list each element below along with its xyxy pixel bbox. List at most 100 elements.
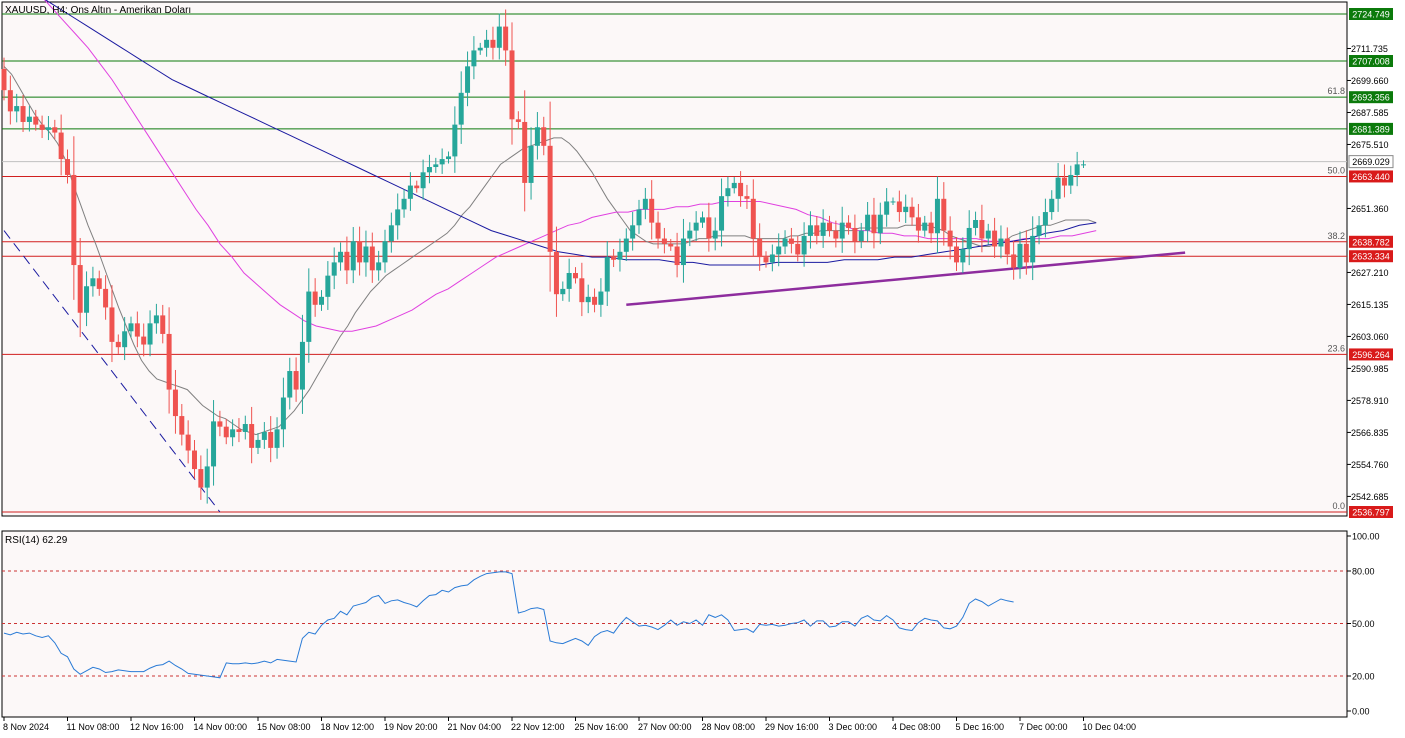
candle-body [153, 315, 159, 324]
price-tick-label: 2711.735 [1351, 44, 1388, 54]
candle-body [242, 424, 248, 432]
candle-body [293, 371, 299, 390]
candle-body [674, 246, 680, 266]
candle-body [966, 227, 972, 250]
candle-body [890, 201, 896, 203]
time-label: 21 Nov 04:00 [448, 722, 502, 732]
candle-body [58, 132, 64, 160]
candle-body [382, 241, 388, 263]
candle-body [299, 341, 305, 390]
price-tag-label: 2669.029 [1352, 157, 1390, 167]
candle-body [598, 291, 604, 305]
candle-body [515, 119, 521, 122]
candle-body [236, 429, 242, 432]
candle-body [160, 315, 166, 334]
candle-body [255, 439, 261, 448]
candle-body [712, 230, 718, 239]
time-label: 14 Nov 00:00 [194, 722, 248, 732]
candle-body [1061, 177, 1067, 186]
candle-body [166, 333, 172, 390]
rsi-tick-label: 50.00 [1352, 619, 1375, 629]
time-label: 29 Nov 16:00 [765, 722, 819, 732]
candle-body [103, 288, 109, 308]
candle-body [185, 434, 191, 451]
candle-body [338, 251, 344, 263]
candle-body [14, 106, 20, 112]
candle-body [52, 127, 58, 133]
candle-body [960, 249, 966, 263]
trading-chart[interactable]: 2724.749 2707.008 61.8 2693.356 2681.389 2669… [0, 0, 1405, 738]
candle-body [757, 238, 763, 258]
candle-body [992, 230, 998, 247]
candle-body [350, 241, 356, 271]
candle-body [433, 164, 439, 168]
candle-body [877, 214, 883, 234]
price-tick-label: 2615.135 [1351, 300, 1389, 310]
fib-label: 23.6 [1327, 343, 1345, 353]
candle-body [814, 225, 820, 236]
candle-body [122, 331, 128, 348]
candle-body [496, 26, 502, 48]
candle-body [471, 50, 477, 67]
candle-body [687, 230, 693, 239]
candle-body [90, 278, 96, 287]
candle-body [871, 214, 877, 234]
candle-body [45, 127, 51, 130]
candle-body [896, 201, 902, 213]
candle-body [731, 182, 737, 189]
candle-body [649, 198, 655, 223]
time-label: 22 Nov 12:00 [511, 722, 565, 732]
rsi-tick-label: 100.00 [1352, 532, 1380, 542]
price-tag-label: 2596.264 [1352, 350, 1390, 360]
candle-body [331, 262, 337, 276]
price-tick-label: 2651.360 [1351, 204, 1389, 214]
time-label: 12 Nov 16:00 [130, 722, 184, 732]
candle-body [198, 469, 204, 488]
candle-body [973, 220, 979, 228]
time-label: 3 Dec 00:00 [829, 722, 878, 732]
candle-body [909, 206, 915, 218]
candle-body [547, 145, 553, 252]
candle-body [204, 466, 210, 488]
candle-body [573, 272, 578, 279]
time-label: 19 Nov 20:00 [384, 722, 438, 732]
time-label: 18 Nov 12:00 [321, 722, 375, 732]
candle-body [903, 206, 909, 213]
candle-body [268, 431, 274, 448]
candle-body [617, 251, 623, 260]
time-label: 28 Nov 08:00 [702, 722, 756, 732]
candle-body [738, 182, 744, 197]
price-tick-label: 2627.210 [1351, 268, 1389, 278]
candle-body [319, 296, 324, 305]
candle-body [769, 254, 775, 263]
candle-body [788, 238, 794, 244]
rsi-title: RSI(14) 62.29 [5, 535, 68, 546]
candle-body [414, 185, 420, 189]
candle-body [306, 291, 312, 342]
candle-body [1074, 164, 1080, 175]
price-pane[interactable] [1, 1, 1348, 517]
candle-body [795, 243, 801, 255]
candle-body [344, 251, 350, 271]
candle-body [7, 90, 13, 112]
candle-body [509, 50, 515, 120]
candle-body [458, 92, 464, 125]
candle-body [147, 323, 153, 345]
candle-body [922, 222, 928, 231]
candle-body [846, 222, 852, 228]
rsi-tick-label: 20.00 [1352, 672, 1375, 682]
candle-body [249, 424, 255, 448]
candle-body [1049, 198, 1055, 213]
candle-body [661, 238, 667, 244]
fib-label: 61.8 [1327, 86, 1345, 96]
price-tag-label: 2707.008 [1352, 57, 1390, 67]
candle-body [680, 238, 686, 266]
time-label: 11 Nov 08:00 [67, 722, 120, 732]
candle-body [134, 323, 140, 337]
candle-body [446, 156, 451, 160]
candle-body [884, 201, 890, 215]
candle-body [388, 225, 394, 242]
candle-body [566, 272, 572, 289]
price-tick-label: 2578.910 [1351, 396, 1389, 406]
time-label: 8 Nov 2024 [3, 722, 49, 732]
